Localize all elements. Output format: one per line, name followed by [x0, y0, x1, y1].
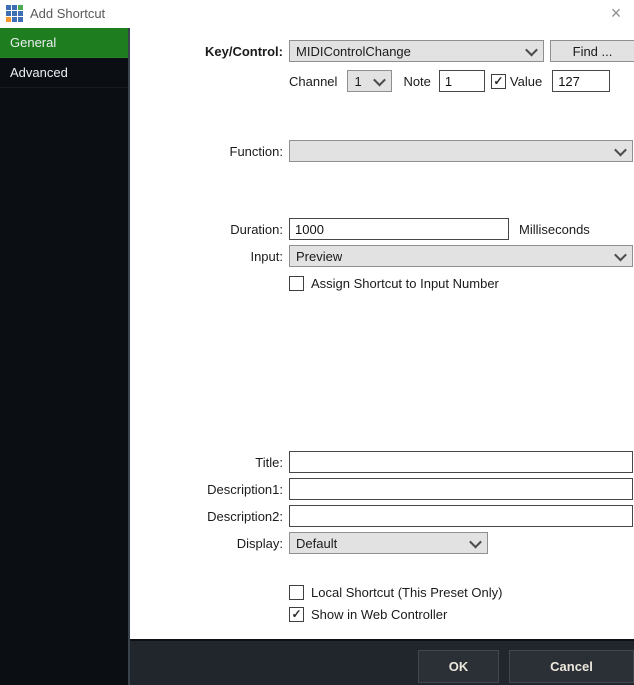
display-dropdown[interactable]: Default: [289, 532, 488, 554]
duration-label: Duration:: [130, 222, 289, 237]
function-dropdown[interactable]: [289, 140, 633, 162]
ok-button[interactable]: OK: [418, 650, 499, 683]
title-label: Title:: [130, 455, 289, 470]
input-row: Input: Preview: [130, 245, 633, 267]
value-label: Value: [510, 74, 542, 89]
value-field[interactable]: 127: [552, 70, 610, 92]
local-shortcut-label: Local Shortcut (This Preset Only): [311, 585, 502, 600]
description2-field[interactable]: [289, 505, 633, 527]
web-controller-checkbox[interactable]: ✓: [289, 607, 304, 622]
duration-row: Duration: 1000 Milliseconds: [130, 218, 590, 240]
function-row: Function:: [130, 140, 633, 162]
description1-row: Description1:: [130, 478, 633, 500]
local-shortcut-row: Local Shortcut (This Preset Only): [289, 585, 502, 600]
input-label: Input:: [130, 249, 289, 264]
chevron-down-icon: [374, 73, 387, 86]
sidebar: General Advanced: [0, 28, 130, 685]
value-checkbox[interactable]: ✓: [491, 74, 506, 89]
close-icon[interactable]: ×: [605, 1, 627, 25]
window-title: Add Shortcut: [30, 0, 105, 28]
icon-square: [6, 17, 11, 22]
input-dropdown[interactable]: Preview: [289, 245, 633, 267]
web-controller-label: Show in Web Controller: [311, 607, 447, 622]
check-icon: ✓: [291, 608, 301, 621]
icon-square: [6, 11, 11, 16]
add-shortcut-dialog: Add Shortcut × General Advanced Key/Cont…: [0, 0, 634, 685]
key-control-row: Key/Control: MIDIControlChange Find ...: [130, 40, 634, 62]
key-control-dropdown[interactable]: MIDIControlChange: [289, 40, 544, 62]
channel-value: 1: [354, 74, 361, 89]
find-button[interactable]: Find ...: [550, 40, 634, 62]
function-label: Function:: [130, 144, 289, 159]
check-icon: ✓: [493, 75, 503, 88]
icon-square: [18, 5, 23, 10]
description1-label: Description1:: [130, 482, 289, 497]
key-control-label: Key/Control:: [130, 44, 289, 59]
description2-label: Description2:: [130, 509, 289, 524]
title-field[interactable]: [289, 451, 633, 473]
title-bar: Add Shortcut ×: [0, 0, 634, 28]
vmix-grid-icon: [6, 5, 23, 22]
chevron-down-icon: [525, 43, 538, 56]
duration-field[interactable]: 1000: [289, 218, 509, 240]
display-row: Display: Default: [130, 532, 488, 554]
icon-square: [6, 5, 11, 10]
title-row: Title:: [130, 451, 633, 473]
icon-square: [18, 11, 23, 16]
note-label: Note: [403, 74, 430, 89]
tab-advanced[interactable]: Advanced: [0, 58, 128, 88]
milliseconds-label: Milliseconds: [519, 222, 590, 237]
tab-general[interactable]: General: [0, 28, 128, 58]
cancel-button[interactable]: Cancel: [509, 650, 634, 683]
description2-row: Description2:: [130, 505, 633, 527]
assign-shortcut-label: Assign Shortcut to Input Number: [311, 276, 499, 291]
input-value: Preview: [296, 249, 342, 264]
chevron-down-icon: [614, 143, 627, 156]
web-controller-row: ✓ Show in Web Controller: [289, 607, 447, 622]
icon-square: [12, 5, 17, 10]
assign-shortcut-checkbox[interactable]: [289, 276, 304, 291]
chevron-down-icon: [469, 535, 482, 548]
chevron-down-icon: [614, 248, 627, 261]
display-value: Default: [296, 536, 337, 551]
channel-dropdown[interactable]: 1: [347, 70, 392, 92]
local-shortcut-checkbox[interactable]: [289, 585, 304, 600]
assign-shortcut-row: Assign Shortcut to Input Number: [289, 276, 499, 291]
icon-square: [12, 17, 17, 22]
description1-field[interactable]: [289, 478, 633, 500]
channel-note-value-row: Channel 1 Note 1 ✓ Value 127: [289, 70, 610, 92]
channel-label: Channel: [289, 74, 337, 89]
note-field[interactable]: 1: [439, 70, 485, 92]
icon-square: [12, 11, 17, 16]
icon-square: [18, 17, 23, 22]
key-control-value: MIDIControlChange: [296, 44, 411, 59]
display-label: Display:: [130, 536, 289, 551]
